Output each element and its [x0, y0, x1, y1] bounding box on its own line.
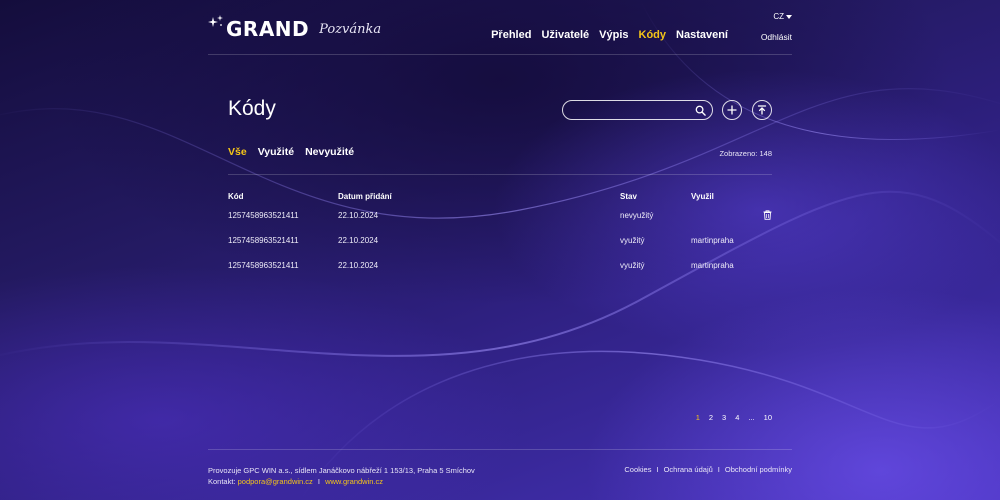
cell-status: nevyužitý	[620, 211, 654, 220]
page-link[interactable]: 3	[722, 413, 726, 422]
cell-code: 1257458963521411	[228, 236, 299, 245]
footer-separator: I	[656, 465, 659, 474]
background	[0, 0, 1000, 500]
page-link[interactable]: 4	[735, 413, 739, 422]
footer-separator: I	[717, 465, 720, 474]
footer-divider	[208, 449, 792, 450]
upload-icon	[757, 105, 767, 115]
brand-name: GRAND	[226, 17, 310, 41]
page-ellipsis: ...	[748, 413, 755, 422]
footer-operator: Provozuje GPC WIN a.s., sídlem Janáčkovo…	[208, 466, 475, 475]
cell-status: využitý	[620, 261, 645, 270]
footer-link-cookies[interactable]: Cookies	[624, 465, 651, 474]
footer-contact-label: Kontakt:	[208, 477, 236, 486]
stars-icon	[208, 15, 223, 27]
header: GRAND Pozvánka Přehled Uživatelé Výpis K…	[208, 0, 792, 55]
nav-item-nastaveni[interactable]: Nastavení	[676, 29, 728, 41]
logo[interactable]: GRAND Pozvánka	[208, 15, 382, 41]
search-input[interactable]	[571, 103, 691, 117]
filter-used[interactable]: Využité	[258, 146, 294, 158]
table-row: 1257458963521411 22.10.2024 využitý mart…	[228, 261, 772, 275]
cell-code: 1257458963521411	[228, 261, 299, 270]
language-selector[interactable]: CZ	[773, 12, 792, 21]
filter-tabs: Vše Využité Nevyužité	[228, 146, 354, 158]
footer-separator: I	[317, 477, 320, 486]
upload-button[interactable]	[752, 100, 772, 120]
cell-date: 22.10.2024	[338, 261, 379, 270]
brand-subtitle: Pozvánka	[319, 21, 382, 37]
cell-date: 22.10.2024	[338, 236, 379, 245]
language-label: CZ	[773, 12, 784, 21]
divider	[228, 174, 772, 175]
filter-all[interactable]: Vše	[228, 146, 247, 158]
column-header-status[interactable]: Stav	[620, 192, 637, 201]
footer-links: Cookies I Ochrana údajů I Obchodní podmí…	[624, 465, 792, 474]
cell-date: 22.10.2024	[338, 211, 379, 220]
table-row: 1257458963521411 22.10.2024 nevyužitý	[228, 210, 772, 225]
add-code-button[interactable]	[722, 100, 742, 120]
trash-icon[interactable]	[763, 210, 772, 220]
page-link[interactable]: 1	[696, 413, 700, 422]
caret-down-icon	[786, 14, 792, 19]
pagination: 1 2 3 4 ... 10	[696, 413, 772, 422]
column-header-code[interactable]: Kód	[228, 192, 244, 201]
page-link[interactable]: 10	[764, 413, 772, 422]
nav-item-uzivatele[interactable]: Uživatelé	[541, 29, 589, 41]
footer-link-terms[interactable]: Obchodní podmínky	[725, 465, 792, 474]
cell-code: 1257458963521411	[228, 211, 299, 220]
shown-count: Zobrazeno: 148	[719, 149, 772, 158]
column-header-date[interactable]: Datum přidání	[338, 192, 392, 201]
column-header-used-by[interactable]: Využil	[691, 192, 714, 201]
plus-icon	[727, 105, 737, 115]
main-nav: Přehled Uživatelé Výpis Kódy Nastavení	[491, 29, 728, 41]
search-icon[interactable]	[695, 105, 706, 116]
logout-link[interactable]: Odhlásit	[761, 32, 792, 42]
footer-email-link[interactable]: podpora@grandwin.cz	[238, 477, 313, 486]
footer-website-link[interactable]: www.grandwin.cz	[325, 477, 383, 486]
search-box[interactable]	[562, 100, 713, 120]
cell-used-by: martinpraha	[691, 261, 734, 270]
footer-link-privacy[interactable]: Ochrana údajů	[664, 465, 713, 474]
cell-used-by: martinpraha	[691, 236, 734, 245]
footer-info: Provozuje GPC WIN a.s., sídlem Janáčkovo…	[208, 465, 475, 487]
page-link[interactable]: 2	[709, 413, 713, 422]
cell-status: využitý	[620, 236, 645, 245]
footer-contact: Kontakt: podpora@grandwin.cz I www.grand…	[208, 476, 475, 487]
filter-unused[interactable]: Nevyužité	[305, 146, 354, 158]
table-row: 1257458963521411 22.10.2024 využitý mart…	[228, 236, 772, 250]
page-title: Kódy	[228, 97, 276, 120]
nav-item-vypis[interactable]: Výpis	[599, 29, 628, 41]
nav-item-kody[interactable]: Kódy	[639, 29, 667, 41]
nav-item-prehled[interactable]: Přehled	[491, 29, 531, 41]
